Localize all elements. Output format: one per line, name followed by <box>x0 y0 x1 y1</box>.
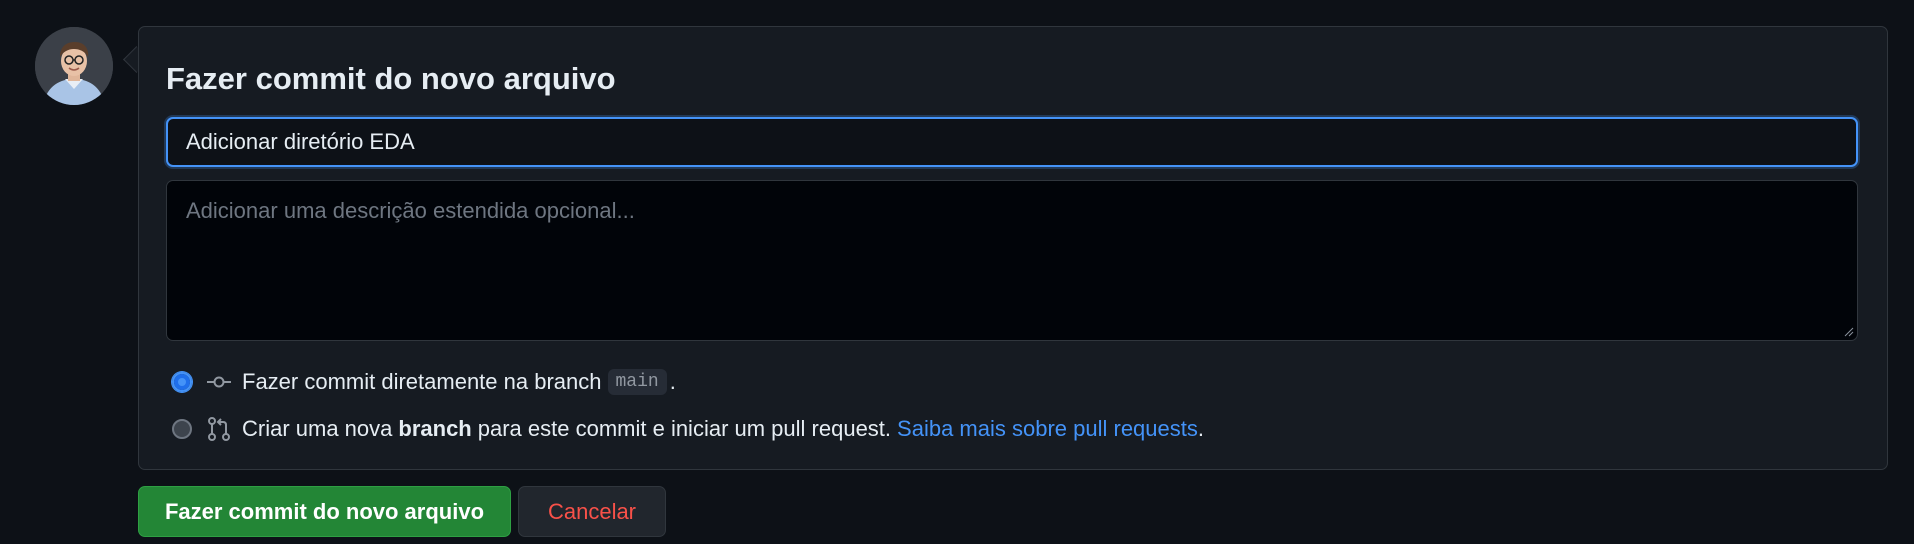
pull-request-help-link[interactable]: Saiba mais sobre pull requests <box>897 416 1198 442</box>
user-avatar-icon <box>35 27 113 105</box>
commit-form: Fazer commit do novo arquivo Fazer commi… <box>138 26 1888 470</box>
git-commit-icon <box>207 376 231 388</box>
commit-new-file-button[interactable]: Fazer commit do novo arquivo <box>138 486 511 537</box>
commit-description-input[interactable] <box>166 180 1858 341</box>
resize-grip-icon[interactable] <box>1844 327 1854 337</box>
commit-direct-suffix: . <box>669 369 676 394</box>
git-pull-request-icon <box>208 417 230 441</box>
new-branch-text-middle: para este commit e iniciar um pull reque… <box>477 416 892 441</box>
commit-direct-text: Fazer commit diretamente na branch <box>242 369 602 394</box>
commit-direct-radio[interactable] <box>172 372 192 392</box>
new-branch-text: Criar uma nova <box>242 416 393 441</box>
commit-summary-input[interactable] <box>166 117 1858 167</box>
cancel-button[interactable]: Cancelar <box>518 486 666 537</box>
new-branch-bold: branch <box>398 416 472 441</box>
new-branch-suffix: . <box>1197 416 1204 441</box>
new-branch-option[interactable]: Criar uma nova branch para este commit e… <box>172 413 1204 445</box>
commit-direct-option[interactable]: Fazer commit diretamente na branch main … <box>172 366 676 398</box>
avatar[interactable] <box>35 27 113 105</box>
branch-name-badge: main <box>607 369 667 395</box>
new-branch-radio[interactable] <box>172 419 192 439</box>
commit-page: Fazer commit do novo arquivo Fazer commi… <box>0 0 1914 544</box>
form-title: Fazer commit do novo arquivo <box>166 61 616 96</box>
